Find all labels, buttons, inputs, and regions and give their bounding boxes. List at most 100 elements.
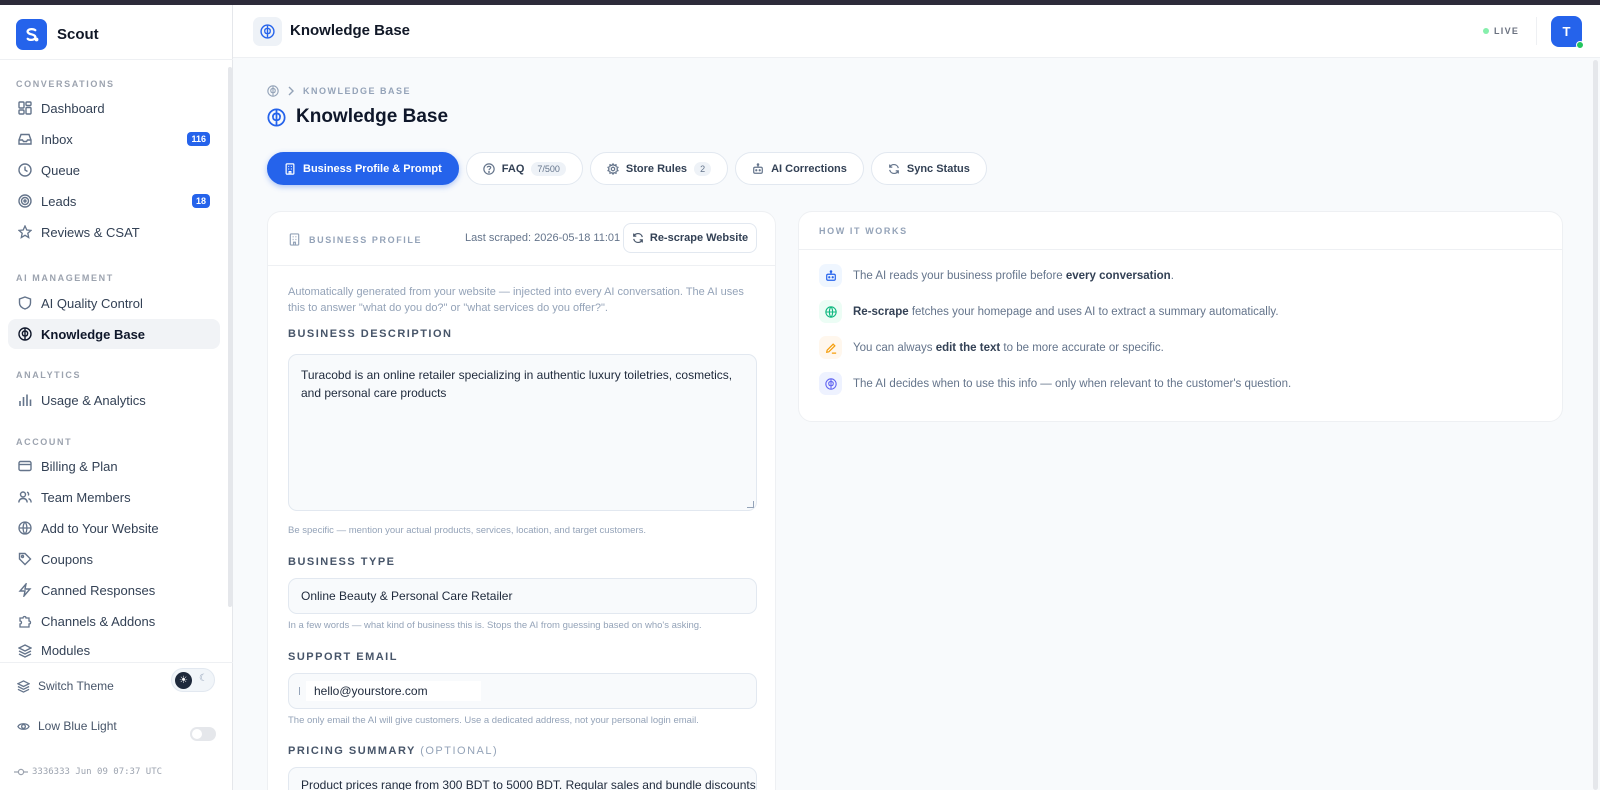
support-email-input[interactable]: hello@yourstore.com (288, 673, 757, 709)
eye-icon (17, 720, 30, 733)
sidebar-item-team-members[interactable]: Team Members (8, 482, 220, 512)
breadcrumb-current: KNOWLEDGE BASE (303, 86, 412, 96)
theme-toggle[interactable]: ☀ ☾ (171, 668, 215, 692)
build-info: 3336333 Jun 09 07:37 UTC (14, 767, 162, 777)
divider (0, 662, 233, 663)
sidebar-item-inbox[interactable]: Inbox 116 (8, 124, 220, 154)
sidebar-item-label: AI Quality Control (41, 295, 143, 311)
sidebar-item-channels-addons[interactable]: Channels & Addons (8, 606, 220, 636)
business-description-textarea[interactable]: Turacobd is an online retailer specializ… (288, 354, 757, 511)
how-it-works-card: HOW IT WORKS The AI reads your business … (798, 211, 1563, 422)
users-icon (17, 490, 32, 505)
build-info-text: 3336333 Jun 09 07:37 UTC (32, 767, 163, 777)
sidebar-item-label: Inbox (41, 131, 73, 147)
sidebar-item-label: Channels & Addons (41, 613, 156, 629)
how-it-works-item: The AI decides when to use this info — o… (819, 372, 1291, 395)
sun-icon: ☀ (175, 672, 192, 689)
business-profile-label: BUSINESS PROFILE (288, 233, 422, 246)
section-label-ai-management: AI MANAGEMENT (16, 273, 114, 283)
star-icon (17, 225, 32, 240)
sidebar-item-reviews[interactable]: Reviews & CSAT (8, 217, 220, 247)
sidebar-item-label: Add to Your Website (41, 520, 159, 536)
rescrape-label: Re-scrape Website (649, 232, 749, 244)
divider (1536, 17, 1537, 45)
pricing-summary-label: PRICING SUMMARY (OPTIONAL) (288, 745, 498, 757)
sidebar-item-billing[interactable]: Billing & Plan (8, 451, 220, 481)
support-email-value: hello@yourstore.com (306, 681, 481, 701)
sidebar-item-coupons[interactable]: Coupons (8, 544, 220, 574)
tab-label: Business Profile & Prompt (303, 162, 442, 175)
tab-label: Store Rules (625, 162, 688, 175)
brain-icon (17, 327, 32, 342)
low-blue-light-toggle[interactable] (190, 727, 216, 741)
pricing-summary-label-text: PRICING SUMMARY (288, 745, 416, 757)
breadcrumb: KNOWLEDGE BASE (267, 85, 411, 97)
sidebar-item-dashboard[interactable]: Dashboard (8, 93, 220, 123)
text-pre: The AI reads your business profile befor… (853, 269, 1066, 282)
pricing-summary-textarea[interactable]: Product prices range from 300 BDT to 500… (288, 767, 757, 790)
tab-ai-corrections[interactable]: AI Corrections (735, 152, 864, 185)
live-status: LIVE (1483, 26, 1519, 36)
sidebar-item-knowledge-base[interactable]: Knowledge Base (8, 319, 220, 349)
how-it-works-text: The AI reads your business profile befor… (853, 270, 1174, 282)
sidebar-item-ai-quality-control[interactable]: AI Quality Control (8, 288, 220, 318)
business-type-input[interactable]: Online Beauty & Personal Care Retailer (288, 578, 757, 614)
refresh-icon (888, 163, 900, 175)
layers-icon (17, 679, 30, 693)
resize-grip-icon[interactable] (747, 501, 754, 508)
divider (0, 59, 233, 60)
tab-store-rules[interactable]: Store Rules 2 (589, 152, 729, 185)
brand[interactable]: Scout (16, 19, 99, 50)
sidebar-item-add-to-website[interactable]: Add to Your Website (8, 513, 220, 543)
top-header: Knowledge Base LIVE T (233, 5, 1600, 58)
target-icon (17, 194, 32, 209)
how-it-works-text: The AI decides when to use this info — o… (853, 378, 1291, 390)
building-icon (284, 162, 296, 175)
tab-faq[interactable]: FAQ 7/500 (465, 152, 583, 185)
tab-label: FAQ (501, 162, 525, 175)
support-email-label: SUPPORT EMAIL (288, 651, 398, 663)
sidebar-scrollbar[interactable] (228, 67, 232, 607)
avatar[interactable]: T (1551, 16, 1584, 49)
section-label-account: ACCOUNT (16, 437, 73, 447)
sidebar-item-label: Leads (41, 193, 77, 209)
profile-intro-text: Automatically generated from your websit… (288, 286, 744, 314)
sidebar-item-canned-responses[interactable]: Canned Responses (8, 575, 220, 605)
tab-sync-status[interactable]: Sync Status (870, 152, 987, 185)
pricing-summary-value: Product prices range from 300 BDT to 500… (301, 778, 757, 790)
pencil-icon (819, 336, 842, 359)
credit-card-icon (17, 459, 32, 474)
sidebar-item-label: Coupons (41, 551, 94, 567)
sidebar-item-label: Modules (41, 643, 91, 658)
sidebar-item-modules[interactable]: Modules (8, 637, 220, 661)
sidebar: Scout CONVERSATIONS Dashboard Inbox 116 … (0, 5, 233, 790)
globe-icon (17, 521, 32, 536)
optional-tag: (OPTIONAL) (420, 745, 499, 757)
sidebar-item-label: Dashboard (41, 100, 105, 116)
how-it-works-text: Re-scrape fetches your homepage and uses… (853, 306, 1279, 318)
text-cursor (299, 687, 300, 695)
sidebar-item-leads[interactable]: Leads 18 (8, 186, 220, 216)
dashboard-icon (17, 101, 32, 116)
tab-label: Sync Status (906, 162, 970, 175)
text-post: to be more accurate or specific. (1000, 341, 1164, 354)
bot-icon (752, 162, 764, 175)
sidebar-item-usage-analytics[interactable]: Usage & Analytics (8, 385, 220, 415)
brain-icon (253, 17, 282, 46)
text-pre: The AI decides when to use this info — o… (853, 377, 1292, 390)
tab-business-profile[interactable]: Business Profile & Prompt (267, 152, 459, 185)
text-bold: Re-scrape (853, 305, 909, 318)
sidebar-item-queue[interactable]: Queue (8, 155, 220, 185)
sidebar-item-label: Reviews & CSAT (41, 224, 140, 240)
chevron-right-icon (287, 86, 295, 96)
rescrape-website-button[interactable]: Re-scrape Website (623, 223, 757, 253)
globe-icon (819, 300, 842, 323)
how-it-works-item: The AI reads your business profile befor… (819, 264, 1174, 287)
brain-icon[interactable] (267, 85, 279, 97)
refresh-icon (632, 232, 644, 244)
tab-count-badge: 7/500 (531, 161, 566, 176)
app-name: Scout (57, 26, 99, 43)
inbox-icon (17, 132, 32, 147)
main-scrollbar[interactable] (1593, 60, 1598, 790)
help-circle-icon (483, 162, 495, 175)
